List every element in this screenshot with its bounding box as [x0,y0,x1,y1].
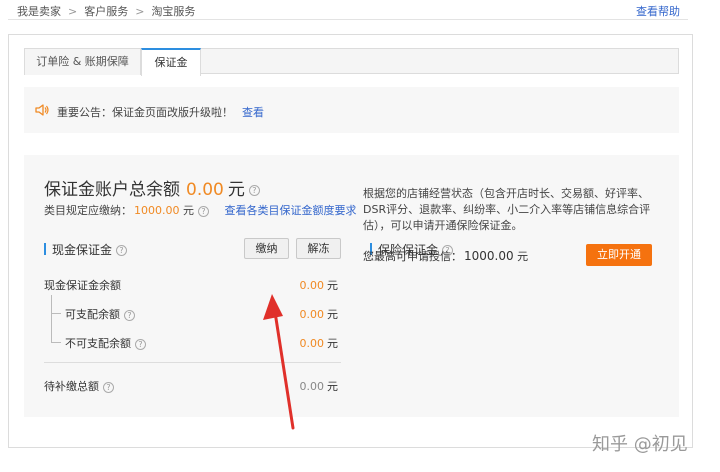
total-balance-unit: 元 [227,180,245,200]
main-container: 订单险 & 账期保障 保证金 重要公告：保证金页面改版升级啦！ 查看 保证金账户… [8,34,693,448]
max-credit: 您最高可申请授信： 1000.00 元 [363,248,528,264]
section-marker [44,243,46,255]
required-unit: 元 [183,204,194,217]
max-credit-amount: 1000.00 [464,249,514,263]
breadcrumb-item-customer-service[interactable]: 客户服务 [84,5,128,18]
tree-line [51,342,61,343]
notice-bar: 重要公告：保证金页面改版升级啦！ 查看 [24,87,679,133]
tree-line [51,295,52,343]
cash-deposit-title-text: 现金保证金 [52,243,113,257]
tab-order-insurance[interactable]: 订单险 & 账期保障 [24,48,141,75]
total-balance-amount: 0.00 [186,180,224,200]
total-balance: 保证金账户总余额 0.00 元? [44,175,260,200]
required-label: 类目规定应缴纳： [44,204,132,217]
required-value: 1000.00 [134,204,180,217]
breadcrumb-separator: > [68,5,78,18]
tree-line [51,313,61,314]
pay-button[interactable]: 缴纳 [244,238,289,259]
breadcrumb-item-taobao-service[interactable]: 淘宝服务 [151,5,195,18]
max-credit-label: 您最高可申请授信： [363,250,462,263]
watermark: 知乎 @初见 [592,434,688,455]
required-info-link[interactable]: 查看各类目保证金额度要求 [225,204,357,217]
unfreeze-button[interactable]: 解冻 [296,238,341,259]
red-arrow-annotation [263,294,295,430]
cash-balance-label: 现金保证金余额 [44,279,121,292]
question-circle-icon[interactable]: ? [116,245,128,256]
unavailable-balance-label: 不可支配余额? [65,335,146,351]
insurance-description: 根据您的店铺经营状态（包含开店时长、交易额、好评率、DSR评分、退款率、纠纷率、… [363,187,651,232]
question-circle-icon[interactable]: ? [198,205,209,217]
question-circle-icon[interactable]: ? [135,338,146,350]
question-circle-icon[interactable]: ? [124,309,135,321]
cash-deposit-title: 现金保证金? [52,241,128,258]
required-amount: 类目规定应缴纳： 1000.00 元? 查看各类目保证金额度要求 [44,202,357,218]
total-balance-label: 保证金账户总余额 [44,180,180,200]
header-divider [8,19,688,20]
open-now-button[interactable]: 立即开通 [586,244,652,266]
max-credit-unit: 元 [517,250,529,263]
speaker-icon [35,104,49,116]
breadcrumb-item-seller[interactable]: 我是卖家 [17,5,61,18]
available-balance-label: 可支配余额? [65,306,135,322]
breadcrumb-separator: > [135,5,145,18]
help-link[interactable]: 查看帮助 [636,3,680,19]
pending-payment-label: 待补缴总额? [44,378,114,394]
tab-deposit[interactable]: 保证金 [141,48,201,76]
notice-view-link[interactable]: 查看 [242,104,264,120]
question-circle-icon[interactable]: ? [248,184,260,196]
question-circle-icon[interactable]: ? [103,381,114,393]
notice-text: 重要公告：保证金页面改版升级啦！ [57,106,233,119]
tab-bar: 订单险 & 账期保障 保证金 [24,48,679,76]
breadcrumb: 我是卖家 > 客户服务 > 淘宝服务 [17,3,195,19]
